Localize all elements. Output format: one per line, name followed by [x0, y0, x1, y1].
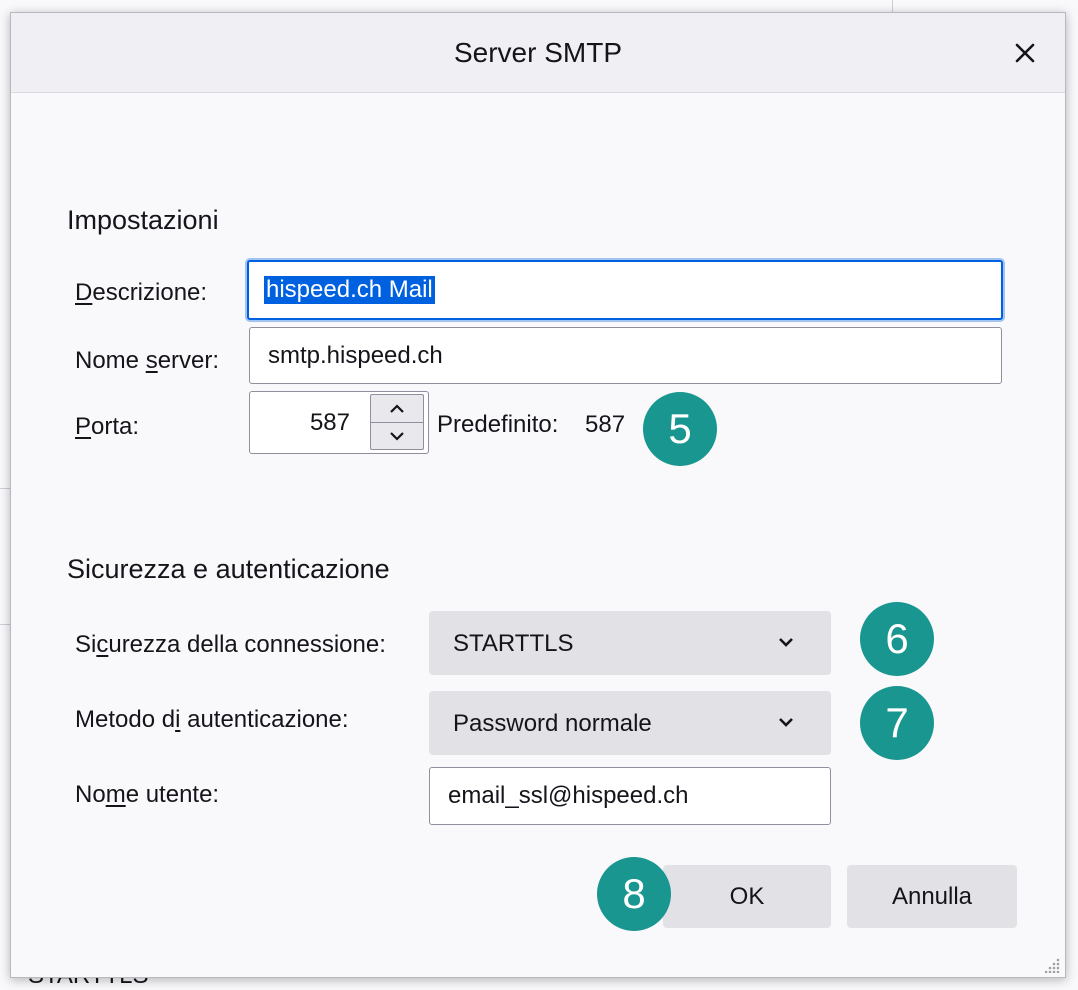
dialog-titlebar: Server SMTP	[11, 13, 1065, 93]
dialog-title: Server SMTP	[453, 37, 623, 68]
port-value[interactable]: 587	[250, 392, 350, 453]
chevron-down-icon	[779, 638, 793, 647]
auth-method-select[interactable]: Password normale	[429, 691, 831, 755]
server-name-value: smtp.hispeed.ch	[268, 341, 443, 369]
default-port-label: Predefinito:	[437, 411, 559, 438]
chevron-up-icon	[390, 403, 404, 413]
auth-method-value: Password normale	[453, 710, 652, 737]
description-label: Descrizione:	[75, 279, 208, 306]
ok-button[interactable]: OK	[663, 865, 831, 928]
annotation-badge-6: 6	[860, 602, 934, 676]
server-name-label: Nome server:	[75, 347, 220, 374]
cancel-button[interactable]: Annulla	[847, 865, 1017, 928]
username-value: email_ssl@hispeed.ch	[448, 782, 689, 809]
connection-security-select[interactable]: STARTTLS	[429, 611, 831, 675]
close-icon	[1015, 43, 1035, 63]
annotation-badge-7: 7	[860, 686, 934, 760]
server-name-input[interactable]: smtp.hispeed.ch	[249, 327, 1002, 384]
username-label: Nome utente:	[75, 781, 220, 808]
security-heading: Sicurezza e autenticazione	[67, 554, 390, 584]
default-port-value: 587	[585, 411, 626, 438]
port-increment-button[interactable]	[371, 395, 423, 423]
settings-heading: Impostazioni	[67, 205, 219, 235]
auth-method-label: Metodo di autenticazione:	[75, 706, 349, 733]
description-input[interactable]: hispeed.ch Mail	[247, 260, 1003, 320]
close-button[interactable]	[1007, 35, 1043, 71]
connection-security-label: Sicurezza della connessione:	[75, 631, 386, 658]
port-label: Porta:	[75, 413, 140, 440]
port-stepper[interactable]: 587	[249, 391, 429, 454]
description-value: hispeed.ch Mail	[264, 276, 435, 304]
smtp-server-dialog: Server SMTP Impostazioni Descrizione: hi…	[10, 12, 1066, 978]
port-decrement-button[interactable]	[371, 422, 423, 449]
annotation-badge-5: 5	[643, 392, 717, 466]
connection-security-value: STARTTLS	[453, 630, 574, 657]
username-input[interactable]: email_ssl@hispeed.ch	[429, 767, 831, 825]
port-spinner	[370, 394, 424, 450]
annotation-badge-8: 8	[597, 857, 671, 931]
resize-grip-icon[interactable]	[1045, 957, 1061, 973]
chevron-down-icon	[390, 431, 404, 441]
chevron-down-icon	[779, 718, 793, 727]
